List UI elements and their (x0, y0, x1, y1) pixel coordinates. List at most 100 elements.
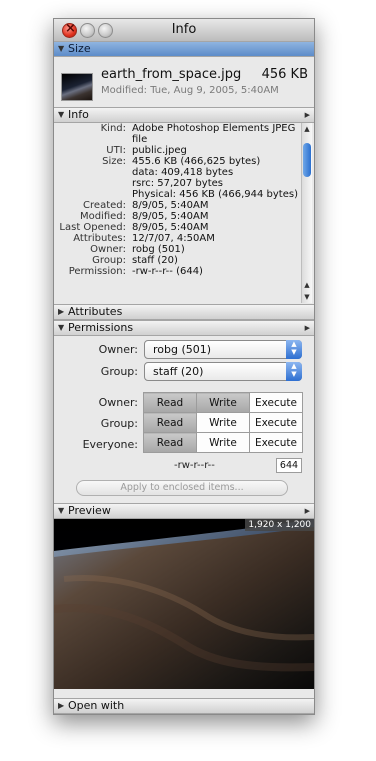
section-arrow-icon: ▶ (304, 507, 310, 515)
info-value: 455.6 KB (466,625 bytes) (132, 156, 261, 167)
perm-row-label-group: Group: (100, 417, 138, 430)
info-row: Created: 8/9/05, 5:40AM (54, 200, 300, 211)
modified-date: Modified: Tue, Aug 9, 2005, 5:40AM (101, 85, 279, 96)
owner-value: robg (501) (153, 343, 212, 356)
perm-everyone-execute[interactable]: Execute (249, 432, 303, 453)
info-row: Physical: 456 KB (466,944 bytes) (54, 189, 300, 200)
info-value: Adobe Photoshop Elements JPEG (132, 123, 296, 134)
perm-owner-execute[interactable]: Execute (249, 392, 303, 413)
scroll-up-icon[interactable]: ▲ (302, 281, 312, 289)
scroll-thumb[interactable] (303, 143, 311, 177)
info-value: Physical: 456 KB (466,944 bytes) (132, 189, 298, 200)
info-row: UTI: public.jpeg (54, 145, 300, 156)
info-value: 8/9/05, 5:40AM (132, 211, 209, 222)
section-title: Info (68, 108, 89, 121)
section-arrow-icon: ▶ (304, 324, 310, 332)
preview-image: 1,920 x 1,200 (54, 519, 314, 689)
info-value: rsrc: 57,207 bytes (132, 178, 223, 189)
perm-owner-write[interactable]: Write (196, 392, 250, 413)
perm-group-read[interactable]: Read (143, 412, 197, 433)
perm-row-owner: Read Write Execute (143, 392, 303, 413)
info-scrollbar[interactable]: ▲ ▲ ▼ (301, 123, 312, 303)
section-title: Permissions (68, 321, 134, 334)
section-header-size[interactable]: ▼ Size (54, 41, 314, 57)
info-key: Permission: (68, 266, 126, 277)
info-key: Modified: (79, 211, 126, 222)
info-row: rsrc: 57,207 bytes (54, 178, 300, 189)
info-value: 12/7/07, 4:50AM (132, 233, 215, 244)
section-header-preview[interactable]: ▼ Preview ▶ (54, 503, 314, 519)
info-value: -rw-r--r-- (644) (132, 266, 203, 277)
info-key: Kind: (100, 123, 126, 134)
section-header-open-with[interactable]: ▶ Open with (54, 698, 314, 714)
permissions-matrix: Read Write Execute Read Write Execute Re… (143, 392, 303, 453)
group-label: Group: (100, 365, 138, 378)
info-value: 8/9/05, 5:40AM (132, 222, 209, 233)
title-bar[interactable]: Info (54, 19, 314, 42)
perm-owner-read[interactable]: Read (143, 392, 197, 413)
disclosure-down-icon[interactable]: ▼ (58, 42, 64, 56)
perm-everyone-write[interactable]: Write (196, 432, 250, 453)
perm-row-label-everyone: Everyone: (82, 438, 138, 451)
info-row: data: 409,418 bytes (54, 167, 300, 178)
apply-to-enclosed-button[interactable]: Apply to enclosed items... (76, 480, 288, 496)
preview-dimensions: 1,920 x 1,200 (245, 519, 314, 531)
info-key: Created: (83, 200, 126, 211)
info-value: data: 409,418 bytes (132, 167, 234, 178)
file-size: 456 KB (261, 67, 308, 82)
info-key: Attributes: (73, 233, 126, 244)
file-name: earth_from_space.jpg (101, 67, 242, 82)
permission-string: -rw-r--r-- (174, 460, 215, 471)
info-value: staff (20) (132, 255, 178, 266)
section-title: Size (68, 42, 91, 55)
info-key: Size: (102, 156, 126, 167)
earth-image (54, 519, 314, 689)
info-row: Modified: 8/9/05, 5:40AM (54, 211, 300, 222)
info-key: Owner: (90, 244, 126, 255)
disclosure-down-icon[interactable]: ▼ (58, 321, 64, 335)
info-row: Group: staff (20) (54, 255, 300, 266)
section-arrow-icon: ▶ (304, 111, 310, 119)
owner-label: Owner: (98, 343, 138, 356)
info-row: Owner: robg (501) (54, 244, 300, 255)
section-header-permissions[interactable]: ▼ Permissions ▶ (54, 320, 314, 336)
perm-row-everyone: Read Write Execute (143, 432, 303, 453)
popup-stepper-icon: ▲ ▼ (286, 340, 302, 359)
octal-field[interactable]: 644 (276, 458, 302, 473)
info-row: Last Opened: 8/9/05, 5:40AM (54, 222, 300, 233)
section-header-info[interactable]: ▼ Info ▶ (54, 107, 314, 123)
section-header-attributes[interactable]: ▶ Attributes (54, 304, 314, 320)
disclosure-right-icon[interactable]: ▶ (58, 699, 64, 713)
perm-group-execute[interactable]: Execute (249, 412, 303, 433)
info-key: UTI: (106, 145, 126, 156)
perm-row-group: Read Write Execute (143, 412, 303, 433)
scroll-up-icon[interactable]: ▲ (302, 125, 312, 133)
disclosure-right-icon[interactable]: ▶ (58, 305, 64, 319)
info-row: Permission: -rw-r--r-- (644) (54, 266, 300, 277)
perm-row-label-owner: Owner: (98, 396, 138, 409)
file-thumbnail (61, 73, 93, 101)
group-popup[interactable]: staff (20) ▲ ▼ (144, 362, 302, 381)
popup-stepper-icon: ▲ ▼ (286, 362, 302, 381)
info-key: Last Opened: (59, 222, 126, 233)
section-title: Attributes (68, 305, 123, 318)
disclosure-down-icon[interactable]: ▼ (58, 108, 64, 122)
info-value: public.jpeg (132, 145, 187, 156)
window-title: Info (171, 22, 197, 37)
info-value: robg (501) (132, 244, 185, 255)
section-title: Open with (68, 699, 125, 712)
scroll-down-icon[interactable]: ▼ (302, 293, 312, 301)
info-list: Kind: Adobe Photoshop Elements JPEG file … (54, 123, 300, 301)
info-row: file (54, 134, 300, 145)
info-value: 8/9/05, 5:40AM (132, 200, 209, 211)
info-row: Kind: Adobe Photoshop Elements JPEG (54, 123, 300, 134)
disclosure-down-icon[interactable]: ▼ (58, 504, 64, 518)
owner-popup[interactable]: robg (501) ▲ ▼ (144, 340, 302, 359)
info-row: Size: 455.6 KB (466,625 bytes) (54, 156, 300, 167)
group-value: staff (20) (153, 365, 204, 378)
info-window: Info ▼ Size earth_from_space.jpg 456 KB … (53, 18, 315, 715)
info-key: Group: (92, 255, 126, 266)
info-row: Attributes: 12/7/07, 4:50AM (54, 233, 300, 244)
perm-everyone-read[interactable]: Read (143, 432, 197, 453)
perm-group-write[interactable]: Write (196, 412, 250, 433)
